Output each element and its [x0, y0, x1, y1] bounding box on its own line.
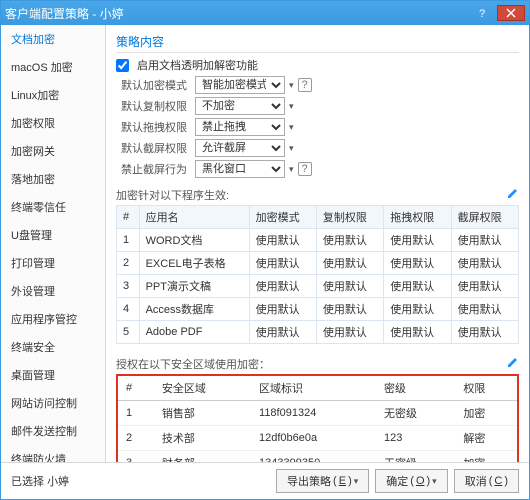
footer: 已选择 小婷 导出策略(E)▾ 确定(O)▾ 取消(C): [1, 462, 529, 499]
setting-select[interactable]: 智能加密模式: [195, 76, 285, 94]
table-row[interactable]: 2EXCEL电子表格使用默认使用默认使用默认使用默认: [117, 252, 519, 275]
col-header: #: [117, 206, 140, 229]
enable-row: 启用文档透明加解密功能: [116, 57, 519, 73]
setting-select[interactable]: 允许截屏: [195, 139, 285, 157]
cancel-button[interactable]: 取消(C): [454, 469, 519, 493]
sidebar-item[interactable]: 邮件发送控制: [1, 417, 105, 445]
chevron-down-icon: ▾: [289, 122, 294, 133]
chevron-down-icon: ▾: [289, 101, 294, 112]
col-header: #: [118, 376, 154, 401]
enable-label: 启用文档透明加解密功能: [137, 57, 258, 73]
col-header: 权限: [455, 376, 517, 401]
chevron-down-icon: ▾: [289, 80, 294, 91]
table-row[interactable]: 4Access数据库使用默认使用默认使用默认使用默认: [117, 298, 519, 321]
help-button[interactable]: ?: [469, 5, 497, 21]
chevron-down-icon: ▾: [432, 476, 437, 487]
col-header: 加密模式: [249, 206, 316, 229]
sidebar-item[interactable]: 外设管理: [1, 277, 105, 305]
table-row[interactable]: 1WORD文档使用默认使用默认使用默认使用默认: [117, 229, 519, 252]
sidebar-item[interactable]: 网站访问控制: [1, 389, 105, 417]
col-header: 应用名: [139, 206, 249, 229]
sidebar-item[interactable]: U盘管理: [1, 221, 105, 249]
setting-row: 默认截屏权限允许截屏 ▾: [116, 139, 519, 157]
setting-row: 禁止截屏行为黑化窗口 ▾?: [116, 160, 519, 178]
sidebar-item[interactable]: macOS 加密: [1, 53, 105, 81]
col-header: 安全区域: [154, 376, 251, 401]
svg-text:?: ?: [479, 8, 485, 18]
sidebar-item[interactable]: 加密权限: [1, 109, 105, 137]
table-row[interactable]: 3PPT演示文稿使用默认使用默认使用默认使用默认: [117, 275, 519, 298]
sidebar-item[interactable]: 终端防火墙: [1, 445, 105, 462]
col-header: 密级: [376, 376, 455, 401]
zones-table: #安全区域区域标识密级权限1销售部118f091324无密级加密2技术部12df…: [118, 376, 517, 462]
main-panel: 策略内容 启用文档透明加解密功能 默认加密模式智能加密模式 ▾? 默认复制权限不加密…: [106, 25, 529, 462]
table-row[interactable]: 5Adobe PDF使用默认使用默认使用默认使用默认: [117, 321, 519, 344]
sidebar-item[interactable]: 加密网关: [1, 137, 105, 165]
programs-desc: 加密针对以下程序生效:: [116, 187, 507, 203]
selected-indicator: 已选择 小婷: [11, 473, 270, 489]
table-row[interactable]: 2技术部12df0b6e0a123解密: [118, 426, 517, 451]
body: 文档加密macOS 加密Linux加密加密权限加密网关落地加密终端零信任U盘管理…: [1, 25, 529, 462]
sidebar-item[interactable]: 终端安全: [1, 333, 105, 361]
window-title: 客户端配置策略 - 小婷: [5, 5, 469, 22]
setting-label: 默认加密模式: [116, 77, 191, 93]
sidebar-item[interactable]: Linux加密: [1, 81, 105, 109]
setting-label: 默认复制权限: [116, 98, 191, 114]
sidebar-item[interactable]: 应用程序管控: [1, 305, 105, 333]
sidebar-item[interactable]: 落地加密: [1, 165, 105, 193]
sidebar-item[interactable]: 打印管理: [1, 249, 105, 277]
close-button[interactable]: [497, 5, 525, 21]
chevron-down-icon: ▾: [354, 476, 359, 487]
setting-select[interactable]: 不加密: [195, 97, 285, 115]
col-header: 截屏权限: [451, 206, 518, 229]
sidebar: 文档加密macOS 加密Linux加密加密权限加密网关落地加密终端零信任U盘管理…: [1, 25, 106, 462]
table-row[interactable]: 3财务部1343399350无密级加密: [118, 451, 517, 463]
edit-programs-icon[interactable]: [507, 187, 519, 199]
table-row[interactable]: 1销售部118f091324无密级加密: [118, 401, 517, 426]
enable-checkbox[interactable]: [116, 59, 129, 72]
sidebar-item[interactable]: 终端零信任: [1, 193, 105, 221]
sidebar-item[interactable]: 文档加密: [1, 25, 105, 53]
setting-label: 禁止截屏行为: [116, 161, 191, 177]
export-button[interactable]: 导出策略(E)▾: [276, 469, 369, 493]
sidebar-item[interactable]: 桌面管理: [1, 361, 105, 389]
chevron-down-icon: ▾: [289, 143, 294, 154]
titlebar: 客户端配置策略 - 小婷 ?: [1, 1, 529, 25]
col-header: 复制权限: [316, 206, 383, 229]
setting-select[interactable]: 黑化窗口: [195, 160, 285, 178]
help-icon[interactable]: ?: [298, 162, 312, 176]
ok-button[interactable]: 确定(O)▾: [375, 469, 447, 493]
col-header: 拖拽权限: [384, 206, 451, 229]
zones-desc: 授权在以下安全区域使用加密：: [116, 356, 507, 372]
setting-row: 默认加密模式智能加密模式 ▾?: [116, 76, 519, 94]
programs-table: #应用名加密模式复制权限拖拽权限截屏权限1WORD文档使用默认使用默认使用默认使…: [116, 205, 519, 344]
col-header: 区域标识: [251, 376, 376, 401]
app-window: 客户端配置策略 - 小婷 ? 文档加密macOS 加密Linux加密加密权限加密…: [0, 0, 530, 500]
setting-row: 默认复制权限不加密 ▾: [116, 97, 519, 115]
setting-select[interactable]: 禁止拖拽: [195, 118, 285, 136]
zones-highlight: #安全区域区域标识密级权限1销售部118f091324无密级加密2技术部12df…: [116, 374, 519, 462]
setting-label: 默认拖拽权限: [116, 119, 191, 135]
setting-row: 默认拖拽权限禁止拖拽 ▾: [116, 118, 519, 136]
chevron-down-icon: ▾: [289, 164, 294, 175]
edit-zones-icon[interactable]: [507, 356, 519, 368]
help-icon[interactable]: ?: [298, 78, 312, 92]
section-title: 策略内容: [116, 31, 519, 53]
setting-label: 默认截屏权限: [116, 140, 191, 156]
